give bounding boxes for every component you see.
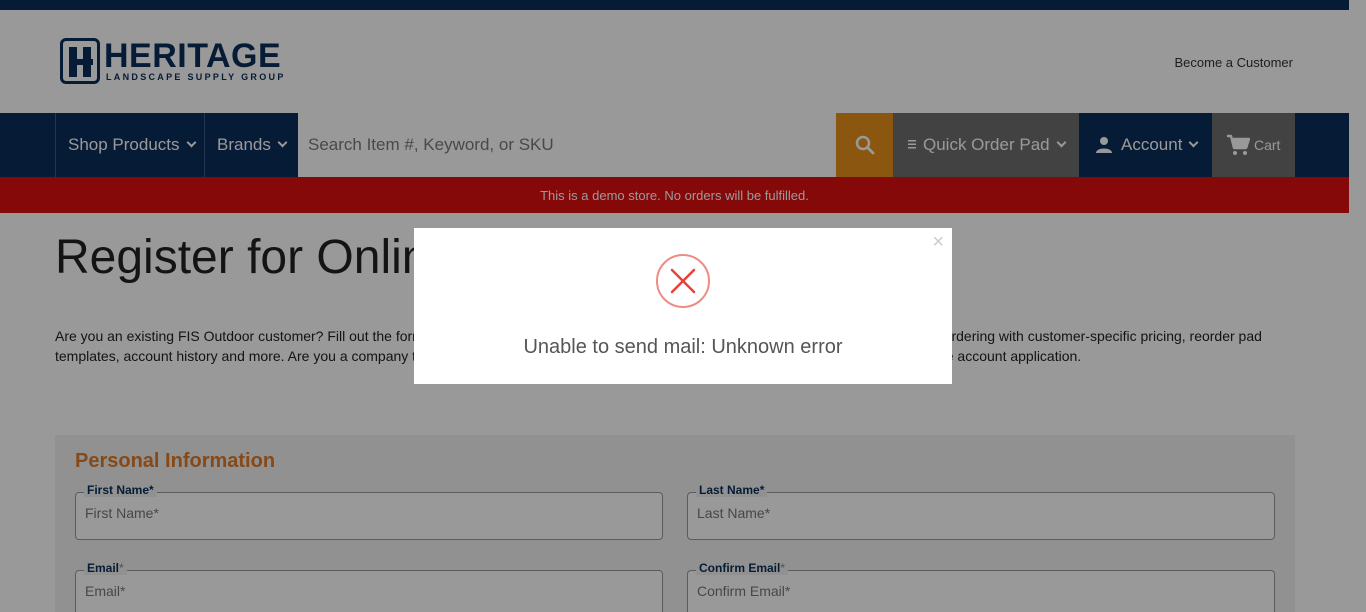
error-x-icon — [656, 254, 710, 308]
close-icon[interactable]: × — [932, 232, 944, 252]
error-message: Unable to send mail: Unknown error — [523, 336, 843, 358]
error-modal: × Unable to send mail: Unknown error — [414, 228, 952, 384]
